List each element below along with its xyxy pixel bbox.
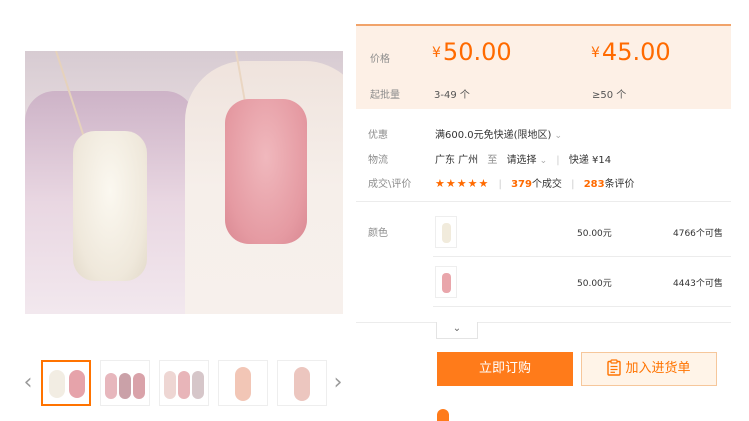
expand-sku-button[interactable]: ⌄ <box>436 322 478 339</box>
sku-row-1: 50.00元 4766个可售 <box>433 208 733 256</box>
sku-image-1[interactable] <box>435 216 457 248</box>
price-tier-2: ¥45.00 <box>591 38 671 66</box>
sku-row-2: 50.00元 4443个可售 <box>433 258 733 306</box>
divider <box>356 322 731 323</box>
thumbnail-3[interactable] <box>159 360 209 406</box>
product-main-image <box>25 51 343 314</box>
price-panel: 价格 ¥50.00 ¥45.00 起批量 3-49 个 ≥50 个 <box>356 24 731 109</box>
sku-price: 50.00元 <box>577 229 612 239</box>
shipping-fee: 快递 ¥14 <box>568 155 612 166</box>
moq-label: 起批量 <box>370 90 400 101</box>
thumbnail-2[interactable] <box>100 360 150 406</box>
moq-tier-2: ≥50 个 <box>592 90 627 101</box>
chevron-down-icon: ⌄ <box>539 156 548 166</box>
reviews-link[interactable]: 283条评价 <box>584 179 635 190</box>
price-label: 价格 <box>370 54 390 65</box>
thumbnail-1[interactable] <box>41 360 91 406</box>
divider <box>433 256 731 257</box>
moq-tier-1: 3-49 个 <box>434 90 470 101</box>
price-tier-1: ¥50.00 <box>432 38 512 66</box>
chevron-down-icon: ⌄ <box>554 131 562 141</box>
color-label: 颜色 <box>368 228 388 239</box>
rating-stars: ★★★★★ <box>435 177 490 190</box>
divider <box>433 306 731 307</box>
thumbnail-5[interactable] <box>277 360 327 406</box>
destination-select[interactable]: 请选择 ⌄ <box>507 155 548 166</box>
chevron-left-icon[interactable]: ‹ <box>21 368 35 398</box>
sku-stock: 4443个可售 <box>673 279 723 289</box>
add-to-cart-button[interactable]: 加入进货单 <box>581 352 717 386</box>
thumbnail-strip: ‹ › <box>24 358 345 410</box>
buy-now-button[interactable]: 立即订购 <box>437 352 573 386</box>
clipboard-icon <box>607 359 622 376</box>
sku-image-2[interactable] <box>435 266 457 298</box>
thumbnail-4[interactable] <box>218 360 268 406</box>
sku-price: 50.00元 <box>577 279 612 289</box>
divider <box>356 201 731 202</box>
promo-dropdown[interactable]: 满600.0元免快递(限地区) ⌄ <box>435 126 562 141</box>
chevron-right-icon[interactable]: › <box>331 368 345 398</box>
origin-city: 广东 广州 <box>435 155 479 166</box>
sku-stock: 4766个可售 <box>673 229 723 239</box>
deals-link[interactable]: 379个成交 <box>511 179 562 190</box>
orange-badge <box>437 409 449 421</box>
